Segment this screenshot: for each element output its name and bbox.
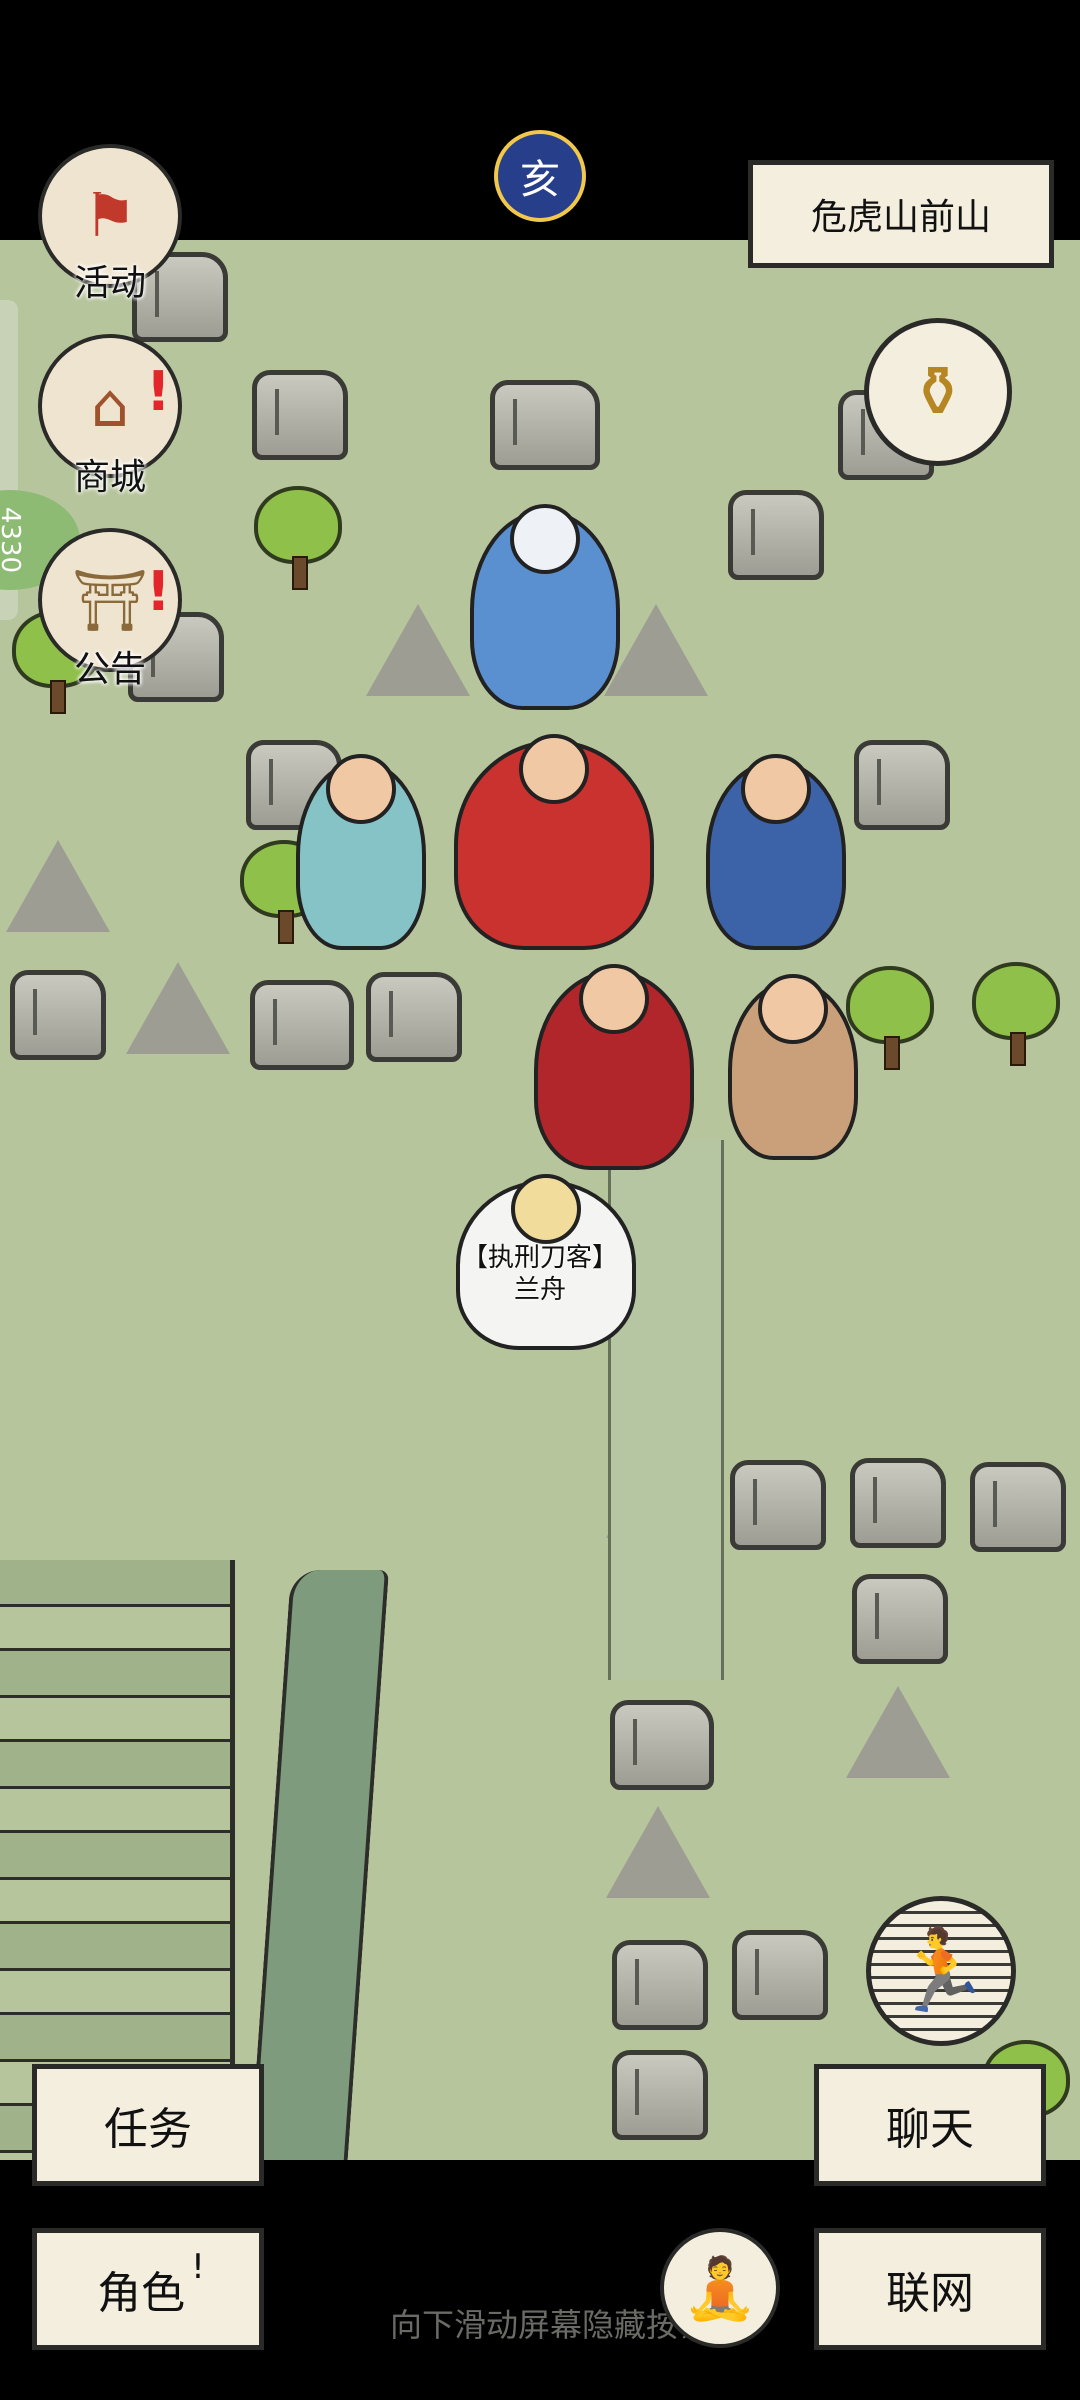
role-label: 角色: [97, 2268, 186, 2319]
location-banner[interactable]: 危虎山前山: [748, 160, 1054, 268]
rock: [852, 1574, 948, 1664]
role-alert-mark: !: [191, 2247, 205, 2287]
mountain: [126, 962, 230, 1054]
notice-alert-badge: !: [146, 560, 171, 623]
shop-alert-badge: !: [146, 360, 171, 423]
npc-pirate-captain[interactable]: [534, 964, 694, 1170]
meditating-figure-icon: 🧘: [682, 2253, 758, 2324]
shop-icon: ⌂: [90, 371, 130, 441]
rock: [970, 1462, 1066, 1552]
treasure-button[interactable]: ⚱: [864, 318, 1012, 466]
river: [249, 1570, 389, 2160]
tree-trunk: [292, 556, 308, 590]
npc-head: [758, 974, 828, 1044]
npc-young-swordsman[interactable]: [296, 754, 426, 950]
role-button[interactable]: 角色!: [32, 2228, 264, 2350]
rock: [850, 1458, 946, 1548]
tree-crown: [846, 966, 934, 1044]
npc-eyepatch-bandit[interactable]: [454, 734, 654, 950]
game-map[interactable]: 【执刑刀客】 兰舟 4330: [0, 240, 1080, 2160]
banner-icon: ⚑: [83, 181, 137, 251]
rock: [612, 1940, 708, 2030]
mountain: [606, 1806, 710, 1898]
npc-bald-thug[interactable]: [706, 754, 846, 950]
tree-trunk: [1010, 1032, 1026, 1066]
tree-trunk: [278, 910, 294, 944]
rock: [252, 370, 348, 460]
tree-trunk: [884, 1036, 900, 1070]
task-button[interactable]: 任务: [32, 2064, 264, 2186]
notice-icon: ⛩: [71, 565, 149, 636]
stone-road: [608, 1140, 724, 1680]
network-label: 联网: [886, 2268, 974, 2319]
mountain: [846, 1686, 950, 1778]
rock: [10, 970, 106, 1060]
mountain: [6, 840, 110, 932]
chat-button[interactable]: 聊天: [814, 2064, 1046, 2186]
rock: [490, 380, 600, 470]
side-progress-value: 4330: [0, 506, 25, 574]
npc-head: [519, 734, 589, 804]
rock: [610, 1700, 714, 1790]
rock: [732, 1930, 828, 2020]
task-label: 任务: [104, 2104, 192, 2155]
npc-head: [579, 964, 649, 1034]
tree-crown: [254, 486, 342, 564]
running-figure-icon: 🏃: [891, 1924, 991, 2017]
time-of-day-icon[interactable]: 亥: [494, 130, 586, 222]
censer-icon: ⚱: [908, 351, 968, 433]
rock: [366, 972, 462, 1062]
rock: [730, 1460, 826, 1550]
npc-name: 兰舟: [513, 1275, 566, 1305]
npc-head: [510, 504, 580, 574]
player-head: [511, 1174, 581, 1244]
time-glyph: 亥: [520, 157, 560, 203]
rock: [250, 980, 354, 1070]
chat-label: 聊天: [886, 2104, 974, 2155]
npc-name-label[interactable]: 【执刑刀客】 兰舟: [440, 1242, 640, 1306]
npc-swordswoman[interactable]: [470, 504, 620, 710]
rock: [728, 490, 824, 580]
meditate-button[interactable]: 🧘: [660, 2228, 780, 2348]
auto-run-button[interactable]: 🏃: [866, 1896, 1016, 2046]
notice-label: 公告: [73, 649, 146, 690]
rock: [612, 2050, 708, 2140]
network-button[interactable]: 联网: [814, 2228, 1046, 2350]
shop-label: 商城: [73, 457, 146, 498]
tree: [972, 962, 1060, 1066]
npc-title: 【执刑刀客】: [461, 1243, 618, 1273]
rock: [854, 740, 950, 830]
tree-crown: [972, 962, 1060, 1040]
tree: [254, 486, 342, 590]
activity-label: 活动: [73, 263, 146, 304]
tree: [846, 966, 934, 1070]
npc-head: [326, 754, 396, 824]
location-name: 危虎山前山: [810, 197, 991, 238]
npc-staff-fighter[interactable]: [728, 974, 858, 1160]
mountain: [366, 604, 470, 696]
npc-head: [741, 754, 811, 824]
